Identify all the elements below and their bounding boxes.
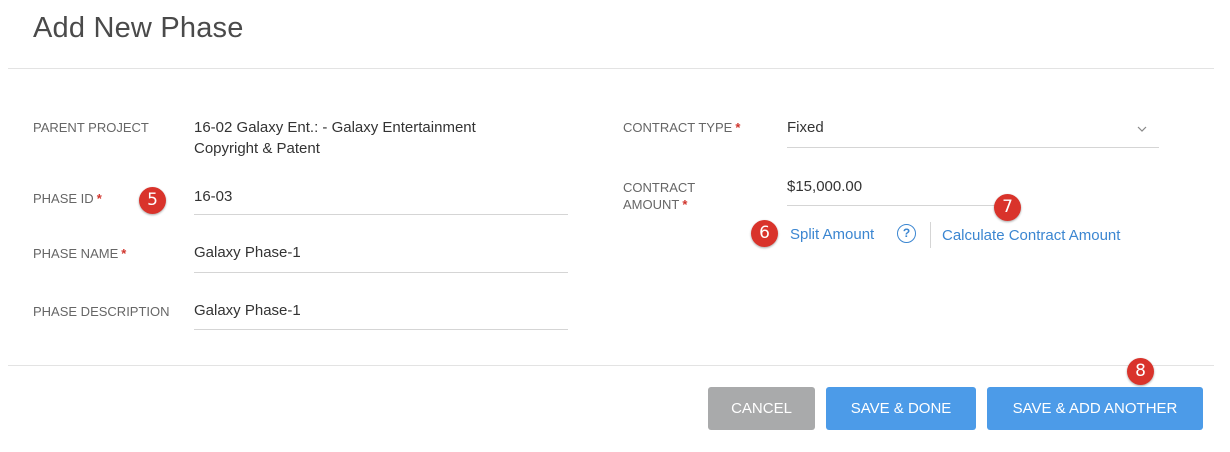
link-separator: [930, 222, 931, 248]
chevron-down-icon[interactable]: [1137, 126, 1147, 132]
phase-name-underline: [194, 272, 568, 273]
header-divider: [8, 68, 1214, 69]
required-marker: *: [735, 120, 741, 135]
dialog-title: Add New Phase: [33, 12, 244, 44]
phase-id-input[interactable]: 16-03: [194, 186, 232, 207]
phase-id-underline: [194, 214, 568, 215]
required-marker: *: [96, 191, 102, 206]
contract-amount-label-text: AMOUNT: [623, 197, 680, 212]
phase-description-label: PHASE DESCRIPTION: [33, 304, 170, 319]
save-and-add-another-button[interactable]: SAVE & ADD ANOTHER: [987, 387, 1203, 430]
question-circle-icon[interactable]: ?: [897, 224, 916, 243]
split-amount-link[interactable]: Split Amount: [790, 225, 874, 245]
phase-id-label: PHASE ID *: [33, 190, 102, 207]
contract-type-underline: [787, 147, 1159, 148]
contract-type-select[interactable]: Fixed: [787, 117, 824, 138]
required-marker: *: [682, 197, 688, 212]
contract-type-label-text: CONTRACT TYPE: [623, 120, 733, 135]
phase-id-label-text: PHASE ID: [33, 191, 94, 206]
footer-divider: [8, 365, 1214, 366]
phase-description-input[interactable]: Galaxy Phase-1: [194, 300, 301, 321]
callout-badge-8: 8: [1127, 358, 1154, 385]
contract-amount-input[interactable]: $15,000.00: [787, 176, 862, 197]
contract-amount-label-line2: AMOUNT *: [623, 196, 687, 213]
callout-badge-6: 6: [751, 220, 778, 247]
phase-name-label: PHASE NAME *: [33, 245, 126, 262]
callout-badge-7: 7: [994, 194, 1021, 221]
phase-name-label-text: PHASE NAME: [33, 246, 119, 261]
required-marker: *: [121, 246, 127, 261]
contract-amount-underline: [787, 205, 1017, 206]
contract-type-label: CONTRACT TYPE *: [623, 119, 740, 136]
callout-badge-5: 5: [139, 187, 166, 214]
calculate-contract-amount-link[interactable]: Calculate Contract Amount: [942, 226, 1120, 246]
save-and-done-button[interactable]: SAVE & DONE: [826, 387, 976, 430]
phase-description-underline: [194, 329, 568, 330]
parent-project-label: PARENT PROJECT: [33, 120, 149, 135]
parent-project-value-line1: 16-02 Galaxy Ent.: - Galaxy Entertainmen…: [194, 119, 476, 136]
cancel-button[interactable]: CANCEL: [708, 387, 815, 430]
phase-name-input[interactable]: Galaxy Phase-1: [194, 242, 301, 263]
parent-project-value-line2: Copyright & Patent: [194, 140, 320, 157]
contract-amount-label-line1: CONTRACT: [623, 180, 696, 195]
